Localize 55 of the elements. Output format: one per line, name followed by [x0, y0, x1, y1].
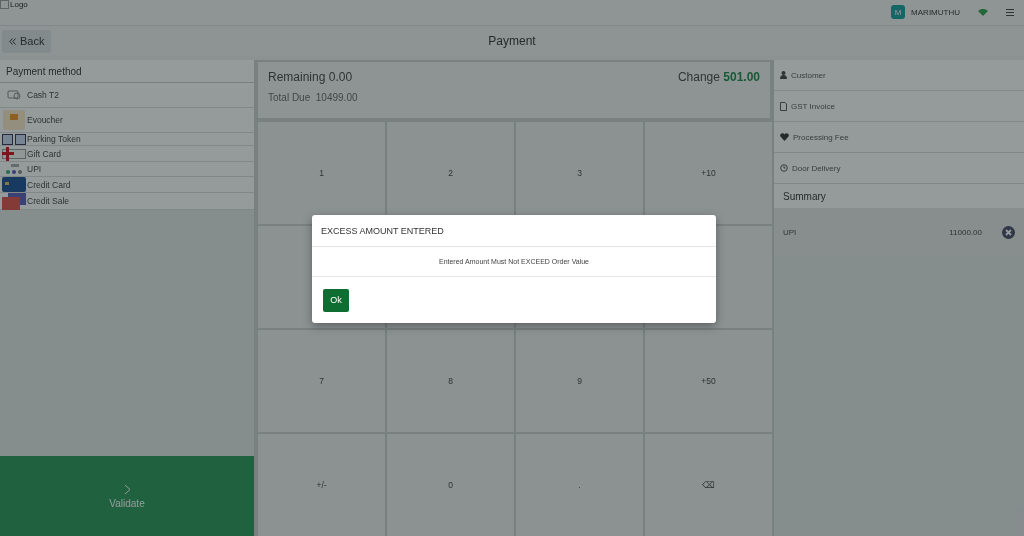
- keypad-key[interactable]: +/-: [258, 434, 385, 536]
- logo-image: Logo: [0, 0, 28, 9]
- payment-amount: 11000.00: [949, 227, 982, 237]
- keypad-key[interactable]: +50: [645, 330, 772, 432]
- remove-icon[interactable]: [1002, 225, 1015, 239]
- option-item[interactable]: Door Delivery: [774, 153, 1024, 184]
- parking-icon: [1, 133, 26, 145]
- double-chevron-icon: [9, 37, 16, 45]
- credit-card-icon: [1, 177, 26, 192]
- payment-method-item[interactable]: Cash T2: [0, 83, 254, 108]
- option-item[interactable]: Processing Fee: [774, 122, 1024, 153]
- summary-title: Summary: [774, 184, 1024, 208]
- wifi-icon: [978, 8, 988, 16]
- option-item[interactable]: Customer: [774, 60, 1024, 91]
- keypad-key[interactable]: 7: [258, 330, 385, 432]
- option-item[interactable]: GST Invoice: [774, 91, 1024, 122]
- user-avatar: M: [891, 5, 906, 19]
- payment-method-item[interactable]: Evoucher: [0, 108, 254, 133]
- cash-icon: [6, 90, 21, 100]
- keypad-key[interactable]: +10: [645, 122, 772, 224]
- payment-method-item[interactable]: Gift Card: [0, 146, 254, 162]
- payment-method-item[interactable]: Credit Card: [0, 177, 254, 193]
- voucher-icon: [2, 110, 25, 130]
- user-name: MARIMUTHU: [911, 7, 960, 17]
- heart-icon: [780, 133, 789, 141]
- document-icon: [780, 101, 787, 111]
- option-label: Door Delivery: [792, 163, 841, 173]
- keypad-key[interactable]: 8: [387, 330, 514, 432]
- gift-card-icon: [1, 146, 26, 161]
- page-title: Payment: [488, 34, 536, 48]
- ok-button[interactable]: Ok: [323, 288, 349, 312]
- keypad-key[interactable]: ⌫: [645, 434, 772, 536]
- payment-method-item[interactable]: Credit Sale: [0, 193, 254, 210]
- payment-method-item[interactable]: UPI: [0, 162, 254, 177]
- keypad-key[interactable]: .: [516, 434, 643, 536]
- change-amount: Change 501.00: [677, 70, 760, 84]
- credit-sale-icon: [1, 192, 26, 210]
- keypad-key[interactable]: 0: [387, 434, 514, 536]
- payment-method-item[interactable]: Parking Token: [0, 133, 254, 146]
- dialog-title: EXCESS AMOUNT ENTERED: [312, 215, 716, 247]
- back-button[interactable]: Back: [2, 29, 52, 53]
- keypad-key[interactable]: 1: [258, 122, 385, 224]
- remaining-amount: Remaining 0.00: [268, 70, 353, 84]
- clock-icon: [780, 164, 788, 172]
- section-title: Payment method: [0, 60, 254, 83]
- option-label: Processing Fee: [793, 132, 849, 142]
- menu-icon[interactable]: [1006, 8, 1014, 16]
- option-label: Customer: [791, 70, 826, 80]
- total-due: Total Due 10499.00: [268, 92, 359, 103]
- chevron-right-icon: [123, 483, 131, 495]
- user-icon: [780, 71, 787, 79]
- validate-button[interactable]: Validate: [0, 456, 254, 536]
- option-label: GST Invoice: [791, 101, 835, 111]
- keypad-key[interactable]: 9: [516, 330, 643, 432]
- payment-method-name: UPI: [783, 227, 798, 237]
